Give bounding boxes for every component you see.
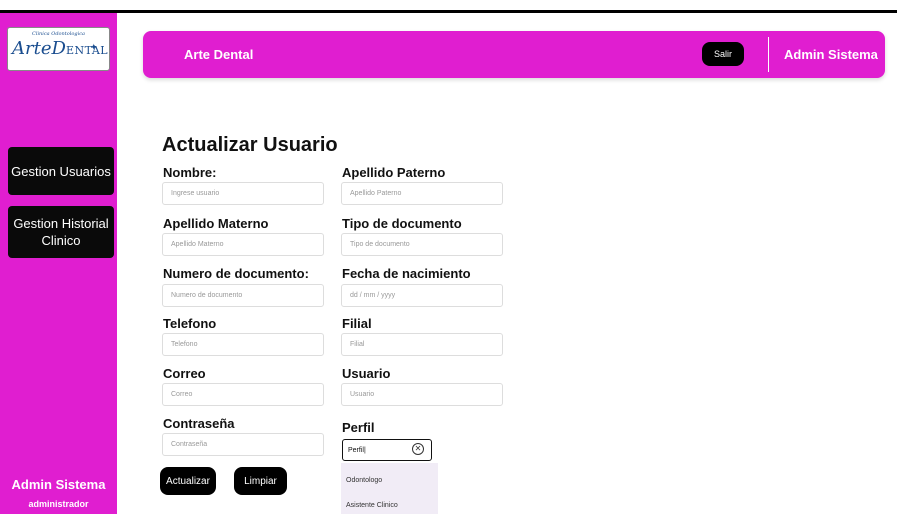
logo-word-arte: Arte <box>12 38 52 59</box>
top-border <box>0 10 897 13</box>
telefono-field[interactable]: Telefono <box>162 333 324 356</box>
apellido-materno-field[interactable]: Apellido Materno <box>162 233 324 256</box>
arte-dental-logo[interactable]: Clinica Odontologica ArteDENTAL ✦ <box>7 27 110 71</box>
sidebar-user-name: Admin Sistema <box>11 477 106 492</box>
contrasena-label: Contraseña <box>163 416 235 431</box>
header-user-name: Admin Sistema <box>784 47 878 62</box>
filial-field[interactable]: Filial <box>341 333 503 356</box>
update-button[interactable]: Actualizar <box>160 467 216 495</box>
nombre-label: Nombre: <box>163 165 217 180</box>
perfil-option-asistente[interactable]: Asistente Clinico <box>346 502 398 509</box>
logo-tagline: Clinica Odontologica <box>32 31 85 37</box>
correo-field[interactable]: Correo <box>162 383 324 406</box>
header-brand: Arte Dental <box>184 47 254 62</box>
perfil-value: Perfil| <box>348 447 366 454</box>
sidebar: Clinica Odontologica ArteDENTAL ✦ Gestio… <box>0 13 117 514</box>
clear-icon[interactable]: ✕ <box>412 443 424 455</box>
usuario-field[interactable]: Usuario <box>341 383 503 406</box>
telefono-label: Telefono <box>163 316 217 331</box>
apellido-materno-label: Apellido Materno <box>163 216 269 231</box>
filial-label: Filial <box>342 316 372 331</box>
usuario-label: Usuario <box>342 366 391 381</box>
sidebar-item-gestion-historial[interactable]: Gestion Historial Clinico <box>8 206 114 258</box>
fecha-nacimiento-field[interactable]: dd / mm / yyyy <box>341 284 503 307</box>
correo-label: Correo <box>163 366 206 381</box>
numero-documento-label: Numero de documento: <box>163 266 309 281</box>
nombre-field[interactable]: Ingrese usuario <box>162 182 324 205</box>
perfil-dropdown: Odontologo Asistente Clinico <box>341 463 438 514</box>
tipo-documento-field[interactable]: Tipo de documento <box>341 233 503 256</box>
header-divider <box>768 37 769 72</box>
perfil-option-odontologo[interactable]: Odontologo <box>346 477 382 484</box>
clear-button[interactable]: Limpiar <box>234 467 287 495</box>
apellido-paterno-field[interactable]: Apellido Paterno <box>341 182 503 205</box>
page-title: Actualizar Usuario <box>162 134 338 156</box>
top-header: Arte Dental Salir Admin Sistema <box>143 31 885 78</box>
sidebar-item-gestion-usuarios[interactable]: Gestion Usuarios <box>8 147 114 195</box>
perfil-select[interactable]: Perfil| ✕ <box>342 439 432 461</box>
apellido-paterno-label: Apellido Paterno <box>342 165 446 180</box>
perfil-label: Perfil <box>342 420 375 435</box>
contrasena-field[interactable]: Contraseña <box>162 433 324 456</box>
numero-documento-field[interactable]: Numero de documento <box>162 284 324 307</box>
sparkle-icon: ✦ <box>90 42 98 52</box>
logo-word-ental: ENTAL <box>65 44 109 57</box>
tipo-documento-label: Tipo de documento <box>342 216 462 231</box>
logout-button[interactable]: Salir <box>702 42 744 66</box>
fecha-nacimiento-label: Fecha de nacimiento <box>342 266 471 281</box>
sidebar-user-role: administrador <box>28 499 89 509</box>
logo-word-d: D <box>51 38 66 59</box>
